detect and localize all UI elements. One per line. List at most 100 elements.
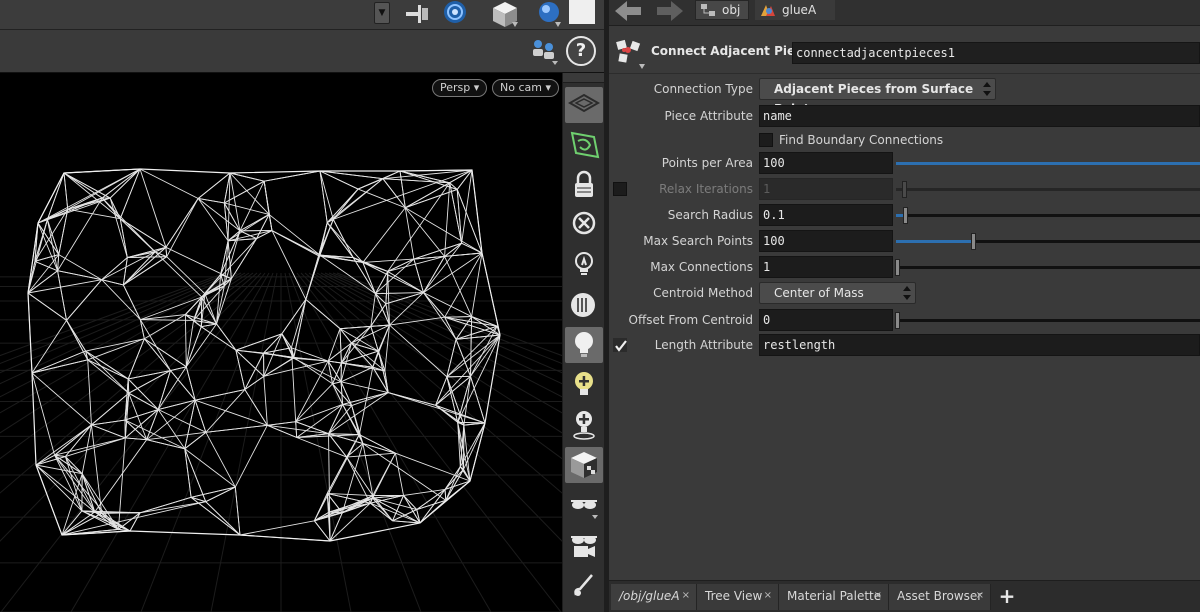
param-connection-type: Connection Type Adjacent Pieces from Sur… [609, 78, 1200, 116]
param-label: Max Connections [650, 260, 753, 274]
camera-menu-chip[interactable]: Persp ▾ [432, 79, 488, 97]
search-radius-slider[interactable] [896, 204, 1200, 226]
chevron-down-icon[interactable]: ▼ [374, 2, 390, 24]
lock-icon[interactable] [565, 167, 603, 203]
slider-handle[interactable] [971, 233, 976, 250]
help-button[interactable]: ? [566, 36, 596, 66]
breadcrumb-gluea[interactable]: glueA [755, 0, 835, 20]
max-search-points-field[interactable]: 100 [759, 230, 893, 252]
light-link-icon[interactable] [565, 247, 603, 283]
lightbulb-icon[interactable] [565, 327, 603, 363]
max-connections-slider[interactable] [895, 256, 1200, 278]
tab-label: /obj/glueA [619, 589, 680, 603]
users-icon[interactable] [528, 35, 560, 67]
offset-from-centroid-slider[interactable] [895, 309, 1200, 331]
add-light-icon[interactable] [565, 367, 603, 403]
param-length-attribute: Length Attribute restlength [609, 334, 1200, 358]
tab-label: Tree View [705, 589, 763, 603]
breadcrumb-obj[interactable]: obj [695, 0, 749, 20]
path-bar: obj glueA [609, 0, 1200, 26]
param-label: Connection Type [653, 82, 753, 96]
slider-handle[interactable] [903, 207, 908, 224]
side-toolbar-strip [563, 73, 605, 83]
houdini-window: ▼ ? Persp ▾ No cam ▾ obj glueA Connect A… [0, 0, 1200, 612]
view-camera-chip[interactable]: No cam ▾ [492, 79, 559, 97]
relax-iterations-toggle[interactable] [613, 182, 627, 196]
add-light-pin-icon[interactable] [565, 407, 603, 443]
viewport-top-toolbar: ▼ [0, 0, 604, 30]
slider-fill [896, 162, 1200, 165]
points-per-area-field[interactable]: 100 [759, 152, 893, 174]
cube-icon[interactable] [490, 0, 520, 28]
pin-icon[interactable] [402, 0, 432, 28]
target-icon[interactable] [440, 0, 470, 28]
brush-icon[interactable] [565, 567, 603, 603]
param-relax-iterations: Relax Iterations 1 [609, 178, 1200, 202]
view-chip-label: No cam [500, 81, 542, 94]
camera-glasses-icon[interactable] [565, 527, 603, 563]
param-label: Centroid Method [653, 286, 753, 300]
slider-handle[interactable] [895, 312, 900, 329]
param-centroid-method: Centroid Method Center of Mass [609, 282, 1200, 306]
checkbox-label: Find Boundary Connections [779, 133, 944, 147]
menu-value: Center of Mass [774, 286, 864, 300]
pane-tab-bar: /obj/glueA × Tree View × Material Palett… [609, 580, 1200, 612]
close-circle-icon[interactable] [565, 207, 603, 243]
tab-tree-view[interactable]: Tree View × [697, 584, 779, 610]
length-attribute-toggle[interactable] [613, 338, 627, 352]
length-attribute-field[interactable]: restlength [759, 334, 1200, 356]
add-tab-button[interactable]: + [995, 585, 1019, 609]
node-type-icon [616, 39, 645, 69]
centroid-method-menu[interactable]: Center of Mass [759, 282, 916, 304]
node-name-field[interactable]: connectadjacentpieces1 [792, 42, 1200, 64]
slider-handle [902, 181, 907, 198]
sphere-icon[interactable] [535, 0, 565, 28]
param-search-radius: Search Radius 0.1 [609, 204, 1200, 228]
blank-swatch-icon[interactable] [567, 0, 597, 28]
close-icon[interactable]: × [682, 584, 690, 608]
param-offset-from-centroid: Offset From Centroid 0 [609, 309, 1200, 333]
relax-iterations-slider [896, 178, 1200, 200]
points-per-area-slider[interactable] [896, 152, 1200, 174]
param-piece-attribute: Piece Attribute name [609, 105, 1200, 129]
close-icon[interactable]: × [764, 584, 772, 608]
glasses-icon[interactable] [565, 487, 603, 523]
max-connections-field[interactable]: 1 [759, 256, 893, 278]
find-boundary-checkbox[interactable] [759, 133, 773, 147]
slider-track [896, 319, 1200, 322]
tab-asset-browser[interactable]: Asset Browser × [889, 584, 991, 610]
relax-iterations-field: 1 [759, 178, 893, 200]
max-search-points-slider[interactable] [896, 230, 1200, 252]
connection-type-menu[interactable]: Adjacent Pieces from Surface Points [759, 78, 996, 116]
slider-handle[interactable] [895, 259, 900, 276]
offset-from-centroid-field[interactable]: 0 [759, 309, 893, 331]
close-icon[interactable]: × [976, 584, 984, 608]
forward-arrow-icon[interactable] [651, 0, 685, 22]
viewport-subtoolbar: ? [0, 31, 604, 73]
slider-fill [896, 240, 974, 243]
network-icon [701, 4, 715, 16]
search-radius-field[interactable]: 0.1 [759, 204, 893, 226]
checkmark-icon [615, 340, 627, 352]
piece-attribute-field[interactable]: name [759, 105, 1200, 127]
scene-viewport[interactable]: Persp ▾ No cam ▾ [0, 73, 562, 612]
viewport-pane: ▼ ? Persp ▾ No cam ▾ [0, 0, 605, 612]
breadcrumb-label: obj [722, 3, 741, 17]
construction-plane-icon[interactable] [565, 127, 603, 163]
param-label: Length Attribute [654, 338, 753, 352]
param-max-search-points: Max Search Points 100 [609, 230, 1200, 254]
grid-plane-icon[interactable] [565, 87, 603, 123]
breadcrumb-label: glueA [782, 3, 817, 17]
param-label: Points per Area [661, 156, 753, 170]
param-max-connections: Max Connections 1 [609, 256, 1200, 280]
close-icon[interactable]: × [874, 584, 882, 608]
tab-material-palette[interactable]: Material Palette × [779, 584, 889, 610]
camera-chip-label: Persp [440, 81, 471, 94]
headlight-icon[interactable] [565, 287, 603, 323]
wireframe-geometry [0, 168, 562, 612]
tab-obj-gluea[interactable]: /obj/glueA × [611, 584, 697, 610]
param-label: Relax Iterations [659, 182, 753, 196]
back-arrow-icon[interactable] [613, 0, 647, 22]
param-find-boundary: Find Boundary Connections [609, 129, 1200, 153]
shaded-cube-icon[interactable] [565, 447, 603, 483]
